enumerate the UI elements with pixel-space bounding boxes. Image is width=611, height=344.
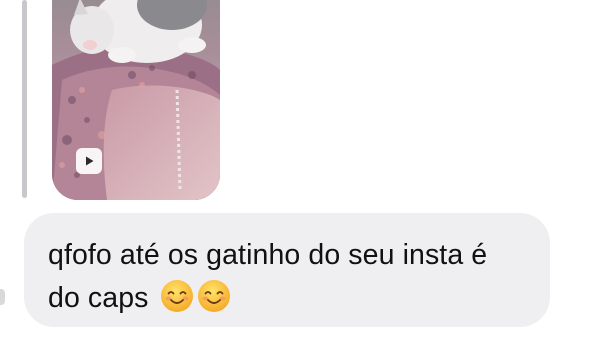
incoming-message-bubble[interactable]: qfofo até os gatinho do seu insta é do c… — [24, 213, 550, 327]
reply-quote-bar — [22, 0, 27, 198]
message-line-1: qfofo até os gatinho do seu insta é — [48, 239, 488, 271]
smiling-face-icon — [197, 279, 231, 313]
partial-avatar-edge — [0, 289, 5, 305]
chat-screen: qfofo até os gatinho do seu insta é do c… — [0, 0, 611, 344]
message-text: qfofo até os gatinho do seu insta é do c… — [48, 234, 530, 320]
play-icon — [86, 156, 94, 166]
message-line-2: do caps — [48, 282, 149, 314]
smiling-face-icon — [160, 279, 194, 313]
video-badge — [76, 148, 102, 174]
shared-video-thumbnail[interactable] — [52, 0, 220, 200]
